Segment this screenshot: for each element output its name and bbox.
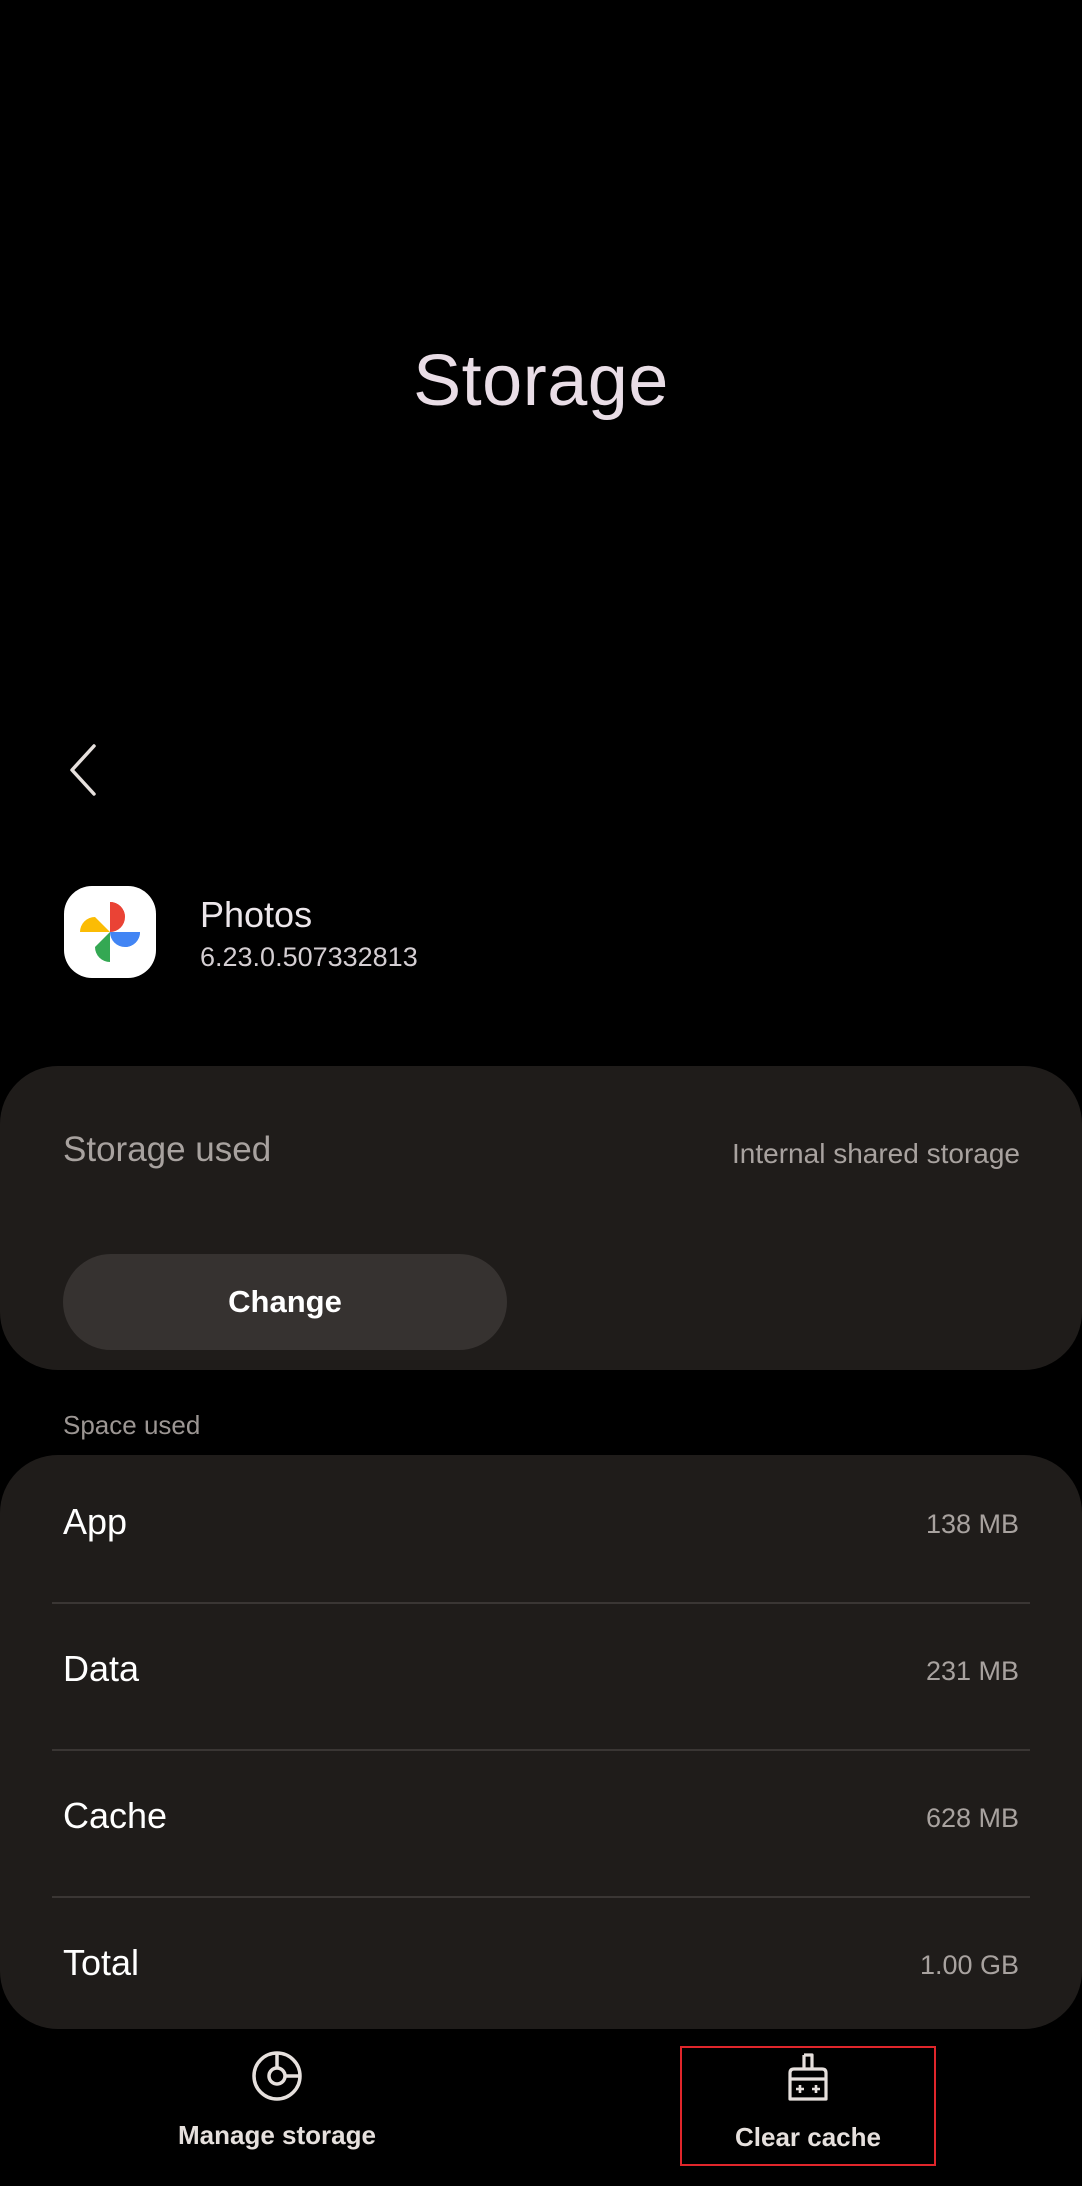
space-used-section-label: Space used xyxy=(63,1410,201,1440)
app-name: Photos xyxy=(200,894,313,935)
page-title: Storage xyxy=(413,341,669,421)
row-value: 231 MB xyxy=(925,1656,1019,1686)
chevron-left-icon xyxy=(70,744,96,796)
pie-chart-icon xyxy=(252,2051,302,2101)
photos-app-icon xyxy=(64,886,156,978)
clear-cache-button[interactable]: Clear cache xyxy=(680,2046,936,2166)
storage-used-card: Storage used Internal shared storage Cha… xyxy=(0,1066,1082,1370)
space-row-cache: Cache 628 MB xyxy=(0,1749,1082,1896)
row-value: 1.00 GB xyxy=(919,1950,1019,1980)
space-used-card: App 138 MB Data 231 MB Cache 628 MB Tota… xyxy=(0,1455,1082,2029)
storage-screen: Storage Photos 6.23.0.507332813 Storage xyxy=(0,0,1082,2186)
back-button[interactable] xyxy=(58,740,108,800)
space-row-total: Total 1.00 GB xyxy=(0,1896,1082,2043)
space-row-data: Data 231 MB xyxy=(0,1602,1082,1749)
row-label: App xyxy=(63,1501,128,1542)
row-value: 628 MB xyxy=(925,1803,1019,1833)
bottom-action-bar: Manage storage Clear cache xyxy=(0,2040,1082,2186)
app-version: 6.23.0.507332813 xyxy=(200,942,418,972)
manage-storage-label: Manage storage xyxy=(178,2120,376,2150)
row-label: Total xyxy=(63,1942,140,1983)
manage-storage-button[interactable]: Manage storage xyxy=(150,2046,404,2166)
row-value: 138 MB xyxy=(925,1509,1019,1539)
storage-location: Internal shared storage xyxy=(732,1138,1020,1169)
change-button[interactable]: Change xyxy=(63,1254,507,1350)
clear-cache-label: Clear cache xyxy=(735,2122,881,2152)
space-row-app: App 138 MB xyxy=(0,1455,1082,1602)
pinwheel-icon xyxy=(80,902,140,962)
row-label: Cache xyxy=(63,1795,168,1836)
row-label: Data xyxy=(63,1648,140,1689)
app-header: Photos 6.23.0.507332813 xyxy=(64,886,964,978)
storage-used-label: Storage used xyxy=(63,1130,272,1169)
broom-icon xyxy=(788,2053,828,2101)
